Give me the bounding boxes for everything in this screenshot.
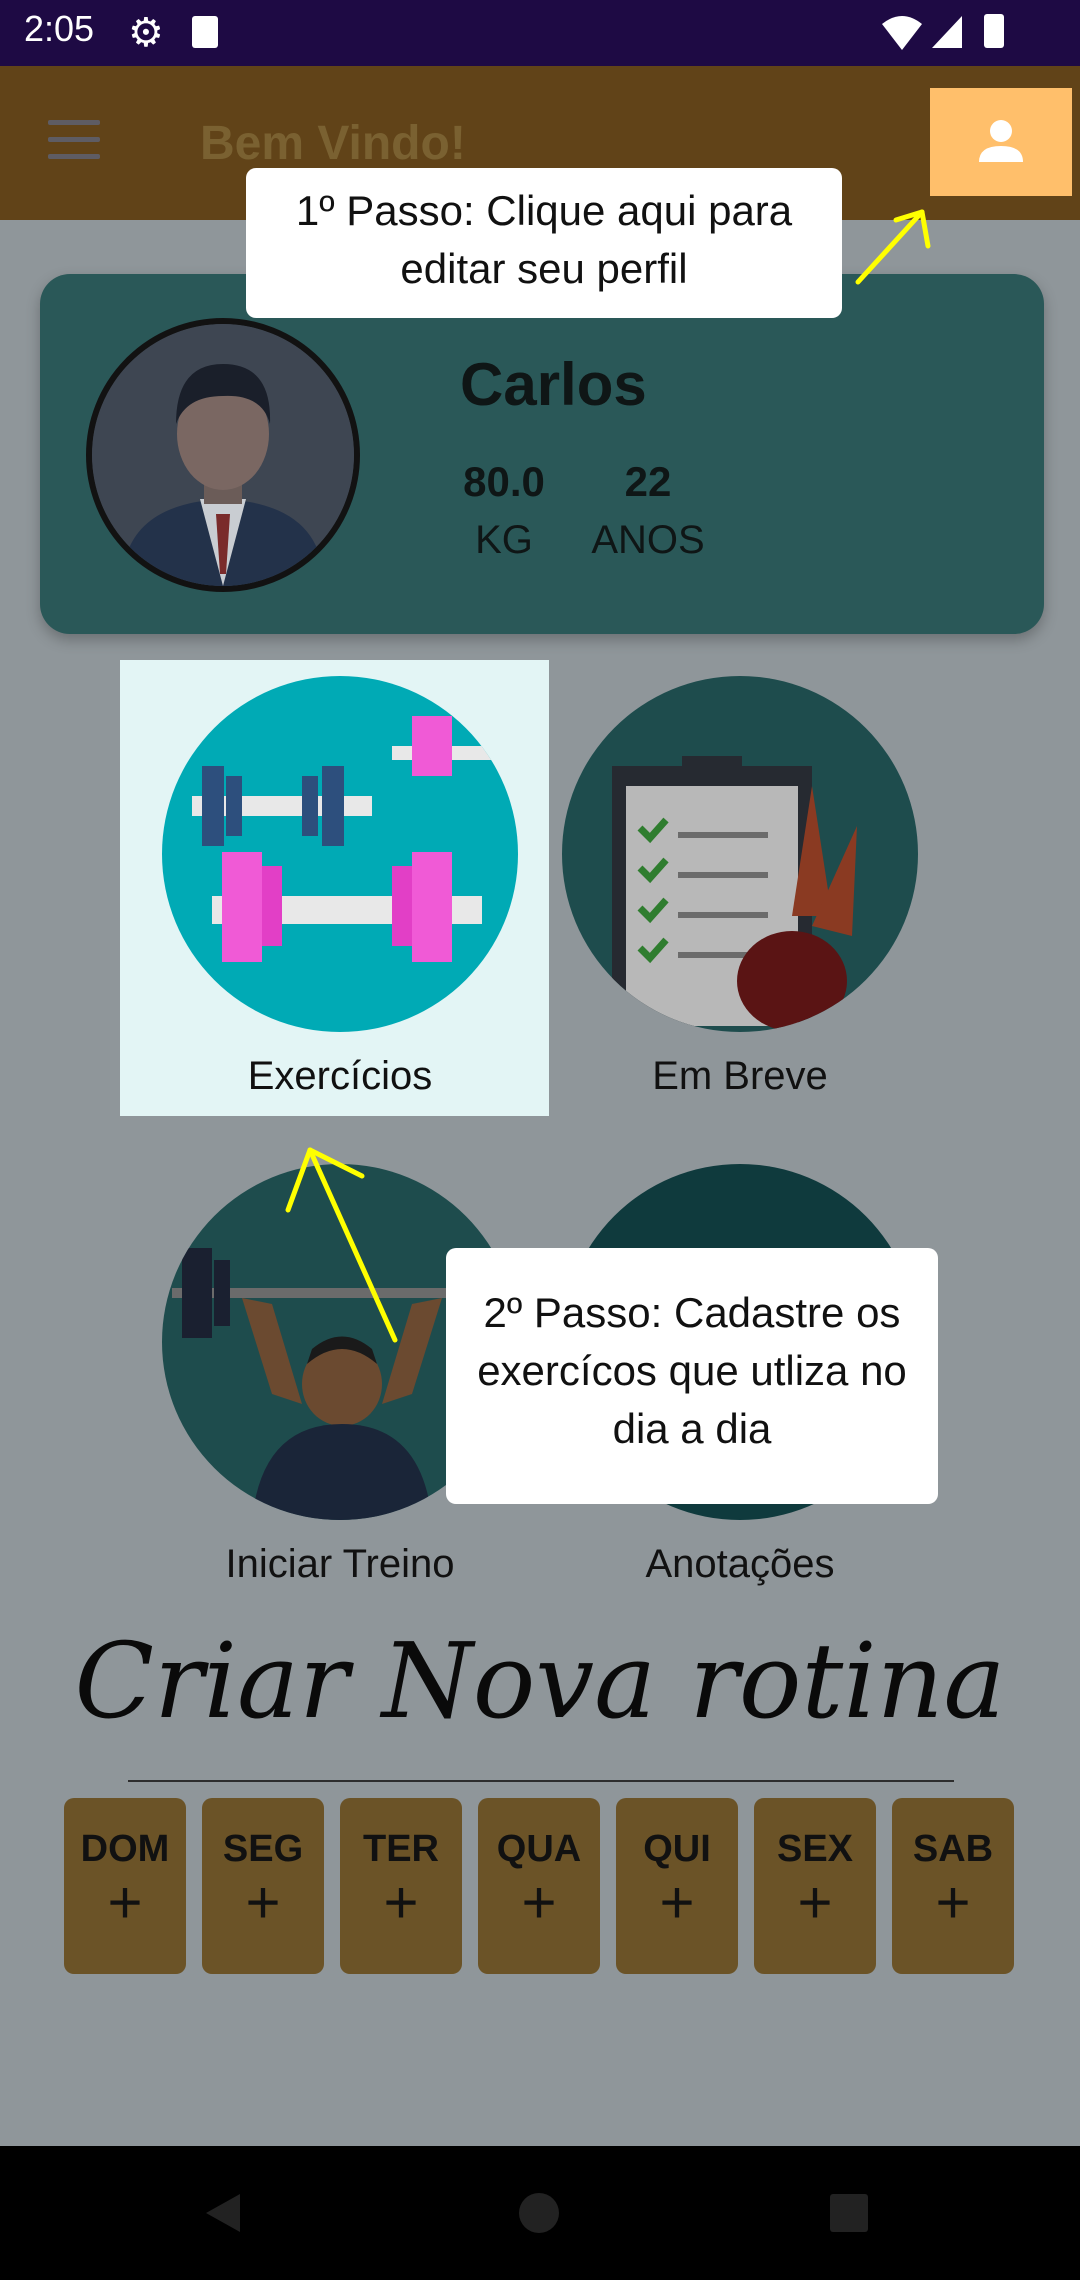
- notes-label[interactable]: Anotações: [520, 1542, 960, 1587]
- day-label: TER: [363, 1828, 439, 1870]
- tooltip-step-1: 1º Passo: Clique aqui para editar seu pe…: [246, 168, 842, 318]
- day-label: DOM: [80, 1828, 170, 1870]
- user-name: Carlos: [460, 351, 647, 418]
- navigation-bar: [0, 2146, 1080, 2280]
- recents-icon[interactable]: [826, 2190, 872, 2236]
- wifi-icon: [882, 16, 922, 50]
- coming-soon-tile[interactable]: [562, 676, 918, 1032]
- exercises-label[interactable]: Exercícios: [120, 1054, 560, 1099]
- day-button-qui[interactable]: QUI +: [616, 1798, 738, 1974]
- plus-icon: +: [659, 1869, 695, 1936]
- menu-button[interactable]: [48, 120, 104, 164]
- person-icon: [979, 120, 1023, 162]
- arrow-to-profile-icon: [855, 209, 931, 285]
- divider: [128, 1780, 954, 1782]
- diet-clipboard-icon: [612, 756, 857, 1031]
- home-icon[interactable]: [516, 2190, 562, 2236]
- day-button-sab[interactable]: SAB +: [892, 1798, 1014, 1974]
- businessman-avatar-icon: [92, 324, 354, 586]
- day-button-ter[interactable]: TER +: [340, 1798, 462, 1974]
- back-icon[interactable]: [200, 2190, 246, 2236]
- settings-icon: ⚙: [128, 11, 164, 55]
- profile-button[interactable]: [930, 88, 1072, 196]
- day-button-dom[interactable]: DOM +: [64, 1798, 186, 1974]
- status-time: 2:05: [24, 8, 95, 49]
- plus-icon: +: [935, 1869, 971, 1936]
- tooltip-step-1-text: 1º Passo: Clique aqui para editar seu pe…: [295, 187, 793, 292]
- weight-unit: KG: [475, 518, 533, 562]
- age-value: 22: [624, 458, 672, 505]
- plus-icon: +: [797, 1869, 833, 1936]
- routine-title: Criar Nova rotina: [74, 1620, 1006, 1742]
- tooltip-step-2-text: 2º Passo: Cadastre os exercícos que utli…: [477, 1289, 907, 1452]
- day-label: SAB: [912, 1828, 994, 1870]
- signal-icon: [932, 16, 962, 48]
- day-button-sex[interactable]: SEX +: [754, 1798, 876, 1974]
- plus-icon: +: [107, 1869, 143, 1936]
- status-bar: 2:05 ⚙: [0, 0, 1080, 66]
- day-label: SEG: [222, 1828, 304, 1870]
- age-unit: ANOS: [591, 518, 705, 562]
- day-label: QUA: [496, 1828, 582, 1870]
- plus-icon: +: [245, 1869, 281, 1936]
- coming-soon-label[interactable]: Em Breve: [520, 1054, 960, 1099]
- tooltip-step-2: 2º Passo: Cadastre os exercícos que utli…: [446, 1248, 938, 1504]
- exercises-tile[interactable]: [162, 676, 518, 1032]
- weight-value: 80.0: [463, 458, 545, 505]
- plus-icon: +: [521, 1869, 557, 1936]
- day-button-seg[interactable]: SEG +: [202, 1798, 324, 1974]
- day-label: QUI: [643, 1828, 711, 1870]
- battery-icon: [984, 14, 1004, 48]
- dumbbells-icon: [192, 716, 512, 962]
- day-label: SEX: [776, 1828, 854, 1870]
- plus-icon: +: [383, 1869, 419, 1936]
- avatar: [86, 318, 360, 592]
- sd-card-icon: [192, 16, 218, 48]
- app-title: Bem Vindo!: [200, 117, 466, 170]
- day-button-qua[interactable]: QUA +: [478, 1798, 600, 1974]
- start-workout-label[interactable]: Iniciar Treino: [120, 1542, 560, 1587]
- arrow-to-exercises-icon: [285, 1147, 398, 1343]
